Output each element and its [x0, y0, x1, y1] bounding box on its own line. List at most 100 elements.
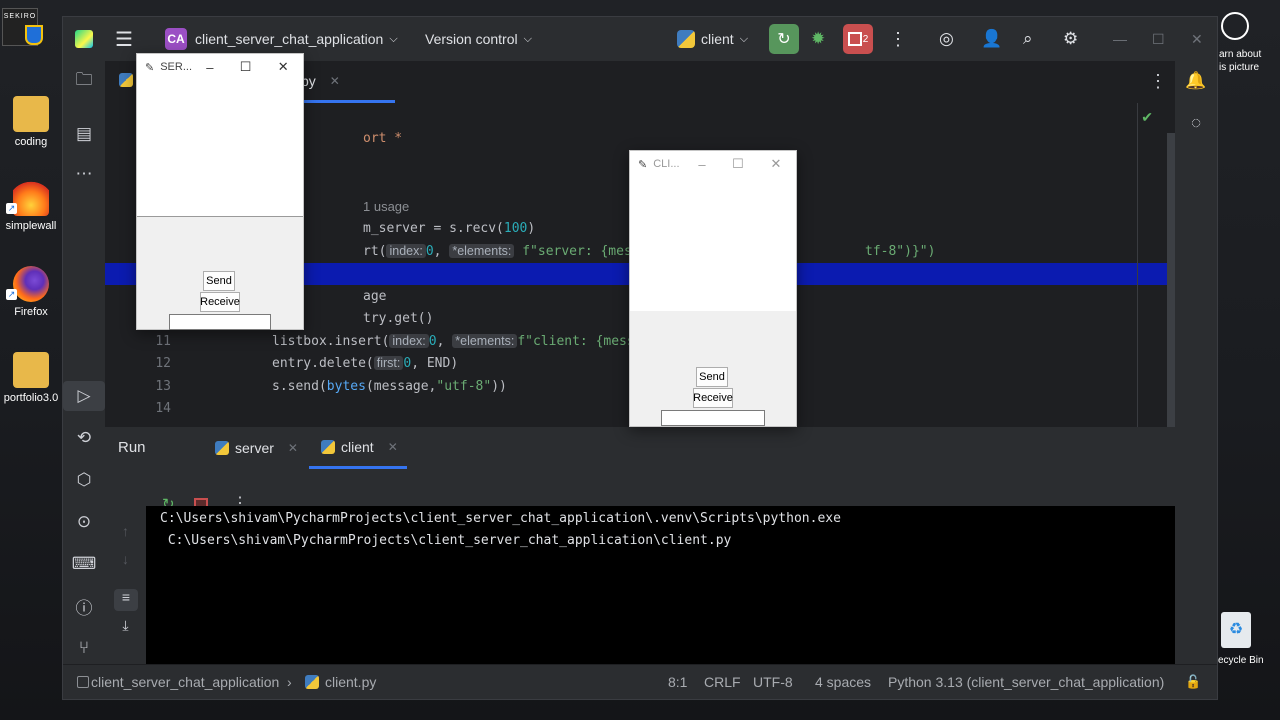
notifications-bell-icon[interactable]: 🔔	[1175, 66, 1217, 96]
account-icon[interactable]: 👤	[981, 17, 1002, 61]
close-icon[interactable]: ✕	[263, 59, 303, 75]
soft-wrap-icon[interactable]: ≡	[114, 589, 138, 611]
sekiro-shortcut[interactable]: SEKIRO	[2, 8, 43, 46]
console-line: C:\Users\shivam\PycharmProjects\client_s…	[160, 533, 732, 548]
close-icon[interactable]: ✕	[756, 156, 796, 172]
minimize-icon[interactable]: —	[1113, 17, 1127, 61]
ai-chat-icon[interactable]: ◌	[1175, 108, 1217, 138]
server-message-listbox[interactable]	[137, 80, 303, 217]
maximize-icon[interactable]: ☐	[1152, 17, 1165, 61]
python-icon	[321, 439, 335, 454]
param-hint: index:	[389, 334, 429, 348]
line-number: 11	[155, 334, 171, 349]
run-tab-server[interactable]: server ✕	[215, 427, 298, 469]
console-output[interactable]: C:\Users\shivam\PycharmProjects\client_s…	[146, 506, 1175, 665]
run-tab-client[interactable]: client ✕	[309, 427, 407, 469]
server-entry[interactable]	[169, 314, 271, 330]
client-message-listbox[interactable]	[630, 177, 796, 311]
python-packages-icon[interactable]: ⟲	[63, 423, 105, 453]
minimize-icon[interactable]: –	[192, 60, 228, 75]
server-send-button[interactable]: Send	[203, 271, 235, 291]
line-ending[interactable]: CRLF	[704, 674, 741, 690]
more-actions-icon[interactable]: ⋮	[889, 17, 907, 61]
services-icon[interactable]: ⊙	[63, 507, 105, 537]
maximize-icon[interactable]: ☐	[720, 156, 756, 172]
vcs-menu[interactable]: Version control ⌵	[425, 17, 532, 61]
project-badge: CA	[165, 28, 187, 50]
desktop-icon-simplewall[interactable]: ↗ simplewall	[0, 180, 62, 232]
run-config-selector[interactable]: client ⌵	[677, 17, 748, 61]
structure-icon[interactable]: ▤	[63, 119, 105, 149]
client-send-button[interactable]: Send	[696, 367, 728, 387]
project-folder-icon	[77, 676, 89, 688]
maximize-icon[interactable]: ☐	[228, 59, 264, 75]
editor-scrollbar[interactable]	[1167, 133, 1175, 427]
code-token: 0	[428, 334, 437, 349]
code-token: rt(	[363, 244, 387, 259]
stop-count: 2	[862, 33, 869, 45]
python-file-icon	[119, 73, 133, 87]
problems-icon[interactable]: ⓘ	[63, 591, 105, 621]
stop-icon: 2	[843, 24, 873, 54]
firefox-icon	[13, 266, 49, 302]
shortcut-arrow-icon: ↗	[6, 289, 17, 300]
desktop-icon-portfolio[interactable]: portfolio3.0	[0, 352, 62, 404]
breadcrumb-file[interactable]: client.py	[325, 674, 376, 690]
param-hint: *elements:	[452, 334, 518, 348]
vcs-label: Version control	[425, 31, 518, 47]
python-console-icon[interactable]: ⬡	[63, 465, 105, 495]
flame-icon	[13, 180, 49, 216]
desktop-icon-coding[interactable]: coding	[0, 96, 62, 148]
client-title: CLI...	[653, 158, 680, 170]
terminal-icon[interactable]: ⌨	[63, 549, 105, 579]
close-icon[interactable]: ✕	[388, 440, 398, 454]
code-token: m_server = s.recv(	[363, 221, 504, 236]
run-tab-label: client	[341, 438, 374, 455]
scroll-up-icon[interactable]: ↑	[105, 523, 146, 539]
tab-options-icon[interactable]: ⋮	[1149, 71, 1167, 92]
close-icon[interactable]: ✕	[1191, 17, 1203, 61]
caret-position[interactable]: 8:1	[668, 674, 687, 690]
rerun-icon: ↻	[769, 24, 799, 54]
recycle-bin-icon[interactable]: ♻	[1221, 612, 1251, 648]
settings-gear-icon[interactable]: ⚙	[1063, 17, 1078, 61]
run-tool-icon[interactable]: ▷	[63, 381, 105, 411]
ai-assistant-icon[interactable]: ◎	[939, 17, 954, 61]
spotlight-icon[interactable]	[1221, 12, 1249, 40]
rerun-button[interactable]: ↻	[769, 17, 799, 61]
minimize-icon[interactable]: –	[684, 157, 720, 172]
close-icon[interactable]: ✕	[288, 441, 298, 455]
client-entry[interactable]	[661, 410, 765, 426]
close-icon[interactable]: ✕	[330, 74, 340, 88]
git-branch-icon[interactable]: ⑂	[63, 633, 105, 663]
lock-icon[interactable]: 🔓	[1185, 674, 1201, 690]
code-token: entry.delete(	[272, 356, 374, 371]
project-folder-icon[interactable]: 🗀	[63, 66, 105, 96]
code-line-11: listbox.insert(index: 0, *elements: f"clie…	[272, 334, 658, 349]
debug-button[interactable]: ✹	[811, 17, 825, 61]
client-receive-button[interactable]: Receive	[693, 388, 733, 408]
more-tools-icon[interactable]: ⋯	[63, 159, 105, 189]
tab-client-py[interactable]: py ✕	[301, 61, 395, 103]
server-receive-button[interactable]: Receive	[200, 292, 240, 312]
console-line: C:\Users\shivam\PycharmProjects\client_s…	[160, 511, 841, 526]
main-menu-icon[interactable]: ☰	[115, 17, 133, 61]
code-token: s.send(	[272, 379, 327, 394]
breadcrumb-project[interactable]: client_server_chat_application	[91, 674, 279, 690]
scroll-to-end-icon[interactable]: ⤓	[105, 617, 146, 634]
python-interpreter[interactable]: Python 3.13 (client_server_chat_applicat…	[888, 674, 1164, 690]
search-icon[interactable]: ⌕	[1023, 17, 1033, 61]
desktop-icon-firefox[interactable]: ↗ Firefox	[0, 266, 62, 318]
stop-button[interactable]: 2	[843, 17, 873, 61]
status-bar: client_server_chat_application › client.…	[63, 664, 1217, 699]
run-config-label: client	[701, 31, 734, 47]
server-window: ✎ SER... – ☐ ✕ Send Receive	[136, 53, 304, 330]
scroll-down-icon[interactable]: ↓	[105, 551, 146, 567]
desktop-icon-label: coding	[14, 136, 48, 148]
file-encoding[interactable]: UTF-8	[753, 674, 793, 690]
code-token: (message,	[365, 379, 437, 394]
client-titlebar: ✎ CLI... – ☐ ✕	[630, 151, 796, 177]
code-token: 100	[503, 221, 528, 236]
code-line-6: m_server = s.recv(100)	[363, 221, 535, 236]
indent-setting[interactable]: 4 spaces	[815, 674, 871, 690]
